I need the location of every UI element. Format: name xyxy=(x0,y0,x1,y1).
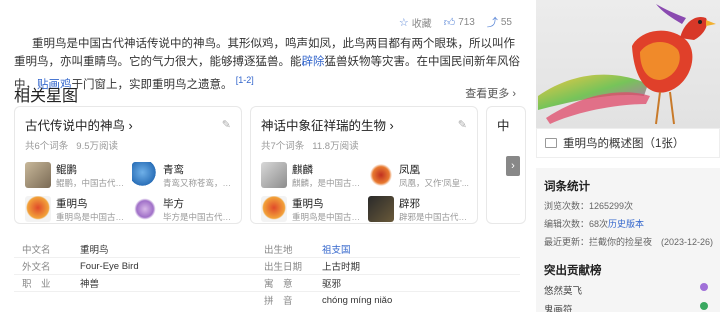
image-caption[interactable]: 重明鸟的概述图（1张） xyxy=(536,128,720,158)
card-title[interactable]: 古代传说中的神鸟 › xyxy=(25,115,133,134)
edit-icon[interactable]: ✎ xyxy=(458,118,467,131)
thumbs-up-icon: 👍︎ xyxy=(443,16,456,29)
list-item[interactable]: 鲲鹏 鲲鹏，中国古代神... xyxy=(25,162,126,188)
list-item[interactable]: 辟邪 辟邪是中国古代神... xyxy=(368,196,469,222)
edits-stat: 编辑次数：68次历史版本 xyxy=(544,219,645,229)
chongmingniao-thumbnail xyxy=(25,196,51,222)
star-map-card[interactable]: 古代传说中的神鸟 › ✎ 共6个词条 9.5万阅读 鲲鹏 鲲鹏，中国古代神... 青鸾… xyxy=(14,106,242,224)
bifang-thumbnail xyxy=(132,196,158,222)
fenghuang-thumbnail xyxy=(368,162,394,188)
share-button[interactable]: ⤴ 55 xyxy=(487,14,512,30)
entry-count: 共6个词条 xyxy=(25,141,69,152)
image-icon xyxy=(545,138,557,148)
sidebar: 重明鸟的概述图（1张） 词条统计 浏览次数：1265299次 编辑次数：68次历… xyxy=(536,0,720,312)
basic-info-table: 中文名 重明鸟 出生地 祖支国 外文名 Four-Eye Bird 出生日期 上古时期 … xyxy=(14,240,520,308)
contributor-name[interactable]: 悠然莫飞 xyxy=(544,283,582,297)
list-item[interactable]: 重明鸟 重明鸟是中国古代... xyxy=(261,196,362,222)
like-button[interactable]: 👍︎ 713 xyxy=(444,16,475,29)
contributor-row[interactable]: 鬼画符 xyxy=(544,302,712,312)
card-title[interactable]: 神话中象征祥瑞的生物 › xyxy=(261,115,394,134)
chevron-right-icon: › xyxy=(511,160,515,172)
list-item[interactable]: 凤凰 凤凰，又作'凤皇'... xyxy=(368,162,469,188)
qingluan-thumbnail xyxy=(132,162,158,188)
history-link[interactable]: 历史版本 xyxy=(608,219,644,229)
favorite-button[interactable]: ☆ 收藏 xyxy=(399,15,432,30)
list-item[interactable]: 重明鸟 重明鸟是中国古代... xyxy=(25,196,126,222)
views-stat: 浏览次数：1265299次 xyxy=(544,201,634,211)
list-item[interactable]: 麒麟 麒麟，是中国古代... xyxy=(261,162,362,188)
table-row: 外文名 Four-Eye Bird 出生日期 上古时期 xyxy=(14,257,520,274)
view-more-link[interactable]: 查看更多 › xyxy=(465,85,516,101)
rank-badge-icon xyxy=(700,302,708,310)
rank-badge-icon xyxy=(700,283,708,291)
qilin-thumbnail xyxy=(261,162,287,188)
list-item[interactable]: 青鸾 青鸾又称苍鸾，青... xyxy=(132,162,233,188)
contributor-name[interactable]: 鬼画符 xyxy=(544,302,573,312)
link-bichu[interactable]: 辟除 xyxy=(302,56,325,68)
card-title[interactable]: 中 xyxy=(497,115,510,134)
section-title: 相关星图 xyxy=(14,88,79,105)
kunpeng-thumbnail xyxy=(25,162,51,188)
table-row: 职 业神兽 寓 意驱邪 xyxy=(14,274,520,291)
entry-count: 共7个词条 xyxy=(261,141,305,152)
action-bar: ☆ 收藏 👍︎ 713 ⤴ 55 xyxy=(399,14,512,30)
updated-stat: 最近更新：拦截你的捡星夜 (2023-12-26) xyxy=(544,237,714,247)
star-map-card[interactable]: 神话中象征祥瑞的生物 › ✎ 共7个词条 11.8万阅读 麒麟 麒麟，是中国古代...… xyxy=(250,106,478,224)
reference-link[interactable]: [1-2] xyxy=(236,75,254,85)
stats-panel: 词条统计 浏览次数：1265299次 编辑次数：68次历史版本 最近更新：拦截你… xyxy=(536,168,720,312)
bixie-thumbnail xyxy=(368,196,394,222)
star-icon: ☆ xyxy=(398,16,409,29)
carousel-next-button[interactable]: › xyxy=(506,156,520,176)
read-count: 11.8万阅读 xyxy=(312,141,359,152)
main-content: ☆ 收藏 👍︎ 713 ⤴ 55 重明鸟是中国古代神话传说中的神鸟。其形似鸡，鸣声如凤… xyxy=(0,0,526,312)
phoenix-illustration xyxy=(538,4,716,125)
intro-paragraph: 重明鸟是中国古代神话传说中的神鸟。其形似鸡，鸣声如凤，此鸟两目都有两个眼珠，所以… xyxy=(14,38,520,91)
overview-image[interactable] xyxy=(536,0,720,128)
edit-icon[interactable]: ✎ xyxy=(222,118,231,131)
share-icon: ⤴ xyxy=(486,17,498,29)
read-count: 9.5万阅读 xyxy=(76,141,119,152)
chongmingniao-thumbnail xyxy=(261,196,287,222)
table-row: 拼 音 chóng míng niǎo xyxy=(14,291,520,308)
table-row: 中文名 重明鸟 出生地 祖支国 xyxy=(22,244,351,256)
chevron-right-icon: › xyxy=(512,88,516,100)
contributor-row[interactable]: 悠然莫飞 xyxy=(544,283,712,297)
birthplace-link[interactable]: 祖支国 xyxy=(322,245,351,256)
list-item[interactable]: 毕方 毕方是中国古代神... xyxy=(132,196,233,222)
